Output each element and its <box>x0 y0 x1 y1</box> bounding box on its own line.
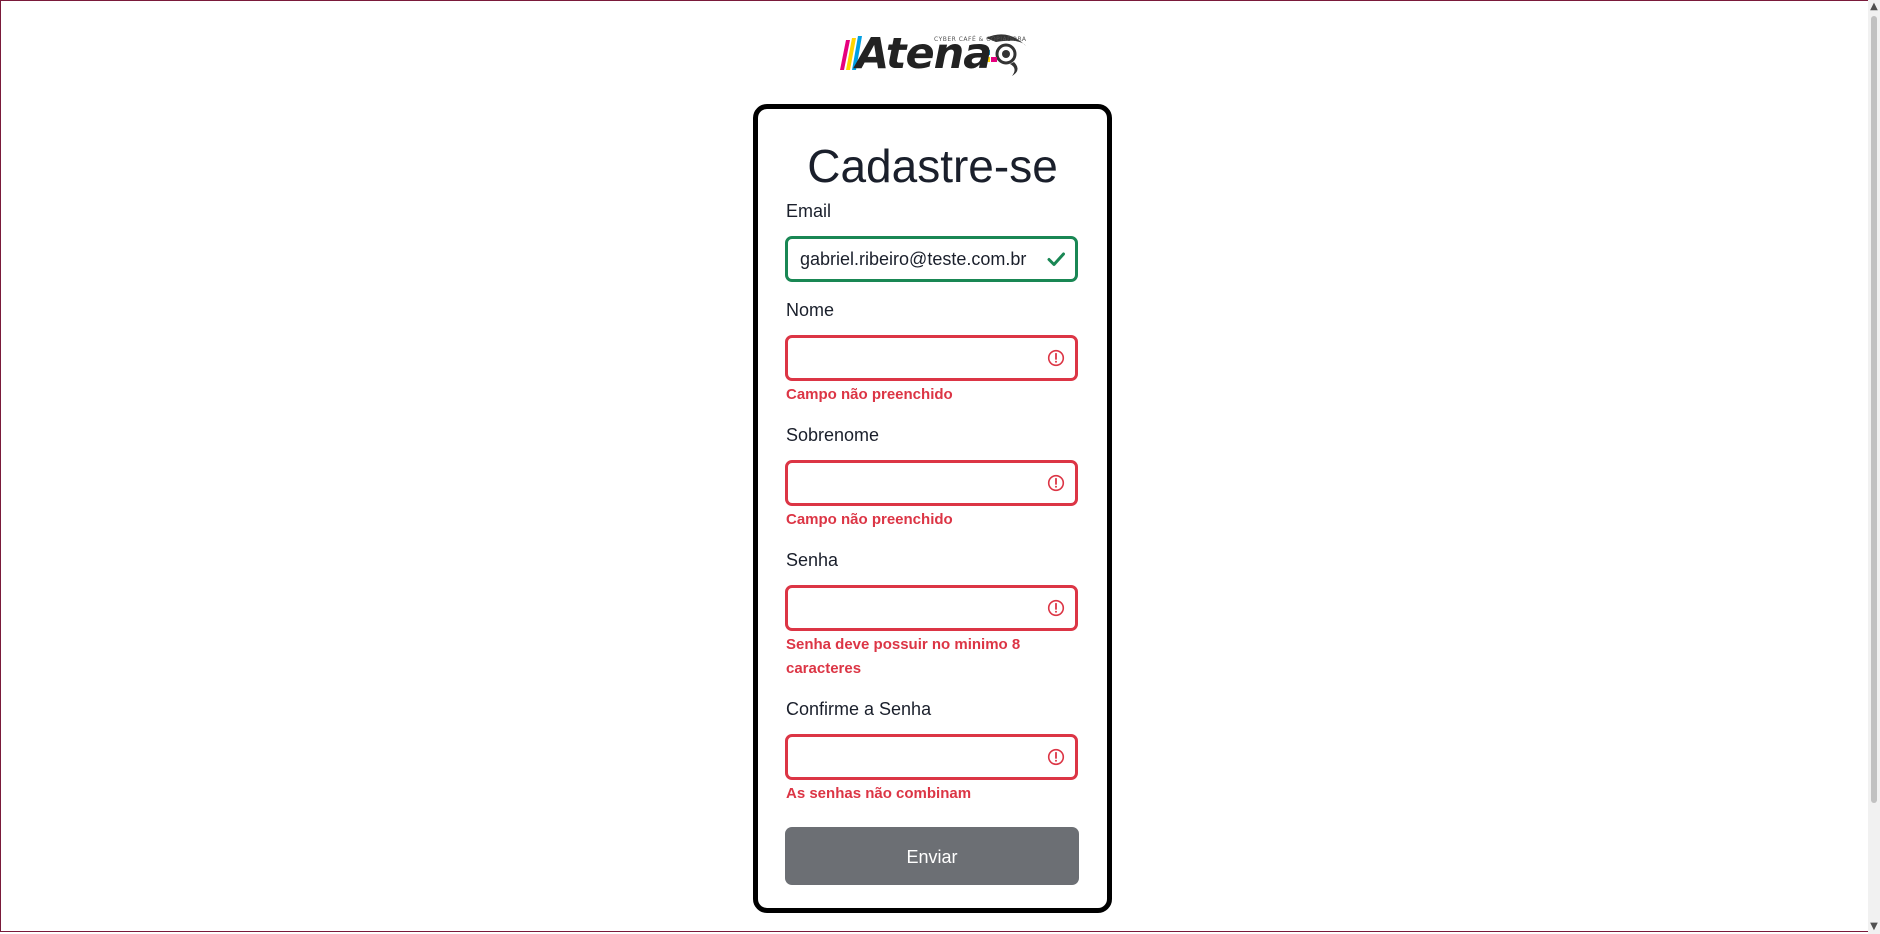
alert-circle-icon <box>1047 599 1065 617</box>
scroll-down-arrow-icon[interactable]: ▼ <box>1868 920 1880 934</box>
submit-button[interactable]: Enviar <box>785 827 1079 885</box>
logo: Atena CYBER CAFÉ & COPIADORA <box>836 24 1032 80</box>
email-label: Email <box>786 201 832 221</box>
password-field-wrapper <box>785 585 1078 631</box>
check-icon <box>1047 252 1065 266</box>
confirm-password-error: As senhas não combinam <box>786 785 972 802</box>
page-title: Cadastre-se <box>807 140 1058 192</box>
confirm-password-field[interactable] <box>800 737 1030 777</box>
email-field[interactable] <box>800 239 1030 279</box>
signup-card: Cadastre-se Email Nome Campo não preench… <box>753 104 1112 913</box>
name-field[interactable] <box>800 338 1030 378</box>
password-field[interactable] <box>800 588 1030 628</box>
name-label: Nome <box>786 300 835 320</box>
email-field-wrapper <box>785 236 1078 282</box>
scroll-thumb[interactable] <box>1871 16 1877 803</box>
alert-circle-icon <box>1047 349 1065 367</box>
alert-circle-icon <box>1047 474 1065 492</box>
logo-tagline: CYBER CAFÉ & COPIADORA <box>934 36 1027 43</box>
surname-error: Campo não preenchido <box>786 511 953 528</box>
surname-label: Sobrenome <box>786 425 880 445</box>
scroll-up-arrow-icon[interactable]: ▲ <box>1868 0 1880 14</box>
password-label: Senha <box>786 550 839 570</box>
name-error: Campo não preenchido <box>786 386 953 403</box>
alert-circle-icon <box>1047 748 1065 766</box>
scrollbar[interactable]: ▲ ▼ <box>1868 0 1880 934</box>
name-field-wrapper <box>785 335 1078 381</box>
surname-field-wrapper <box>785 460 1078 506</box>
password-error: Senha deve possuir no minimo 8 caractere… <box>786 636 1021 677</box>
confirm-password-field-wrapper <box>785 734 1078 780</box>
confirm-password-label: Confirme a Senha <box>786 699 932 719</box>
surname-field[interactable] <box>800 463 1030 503</box>
